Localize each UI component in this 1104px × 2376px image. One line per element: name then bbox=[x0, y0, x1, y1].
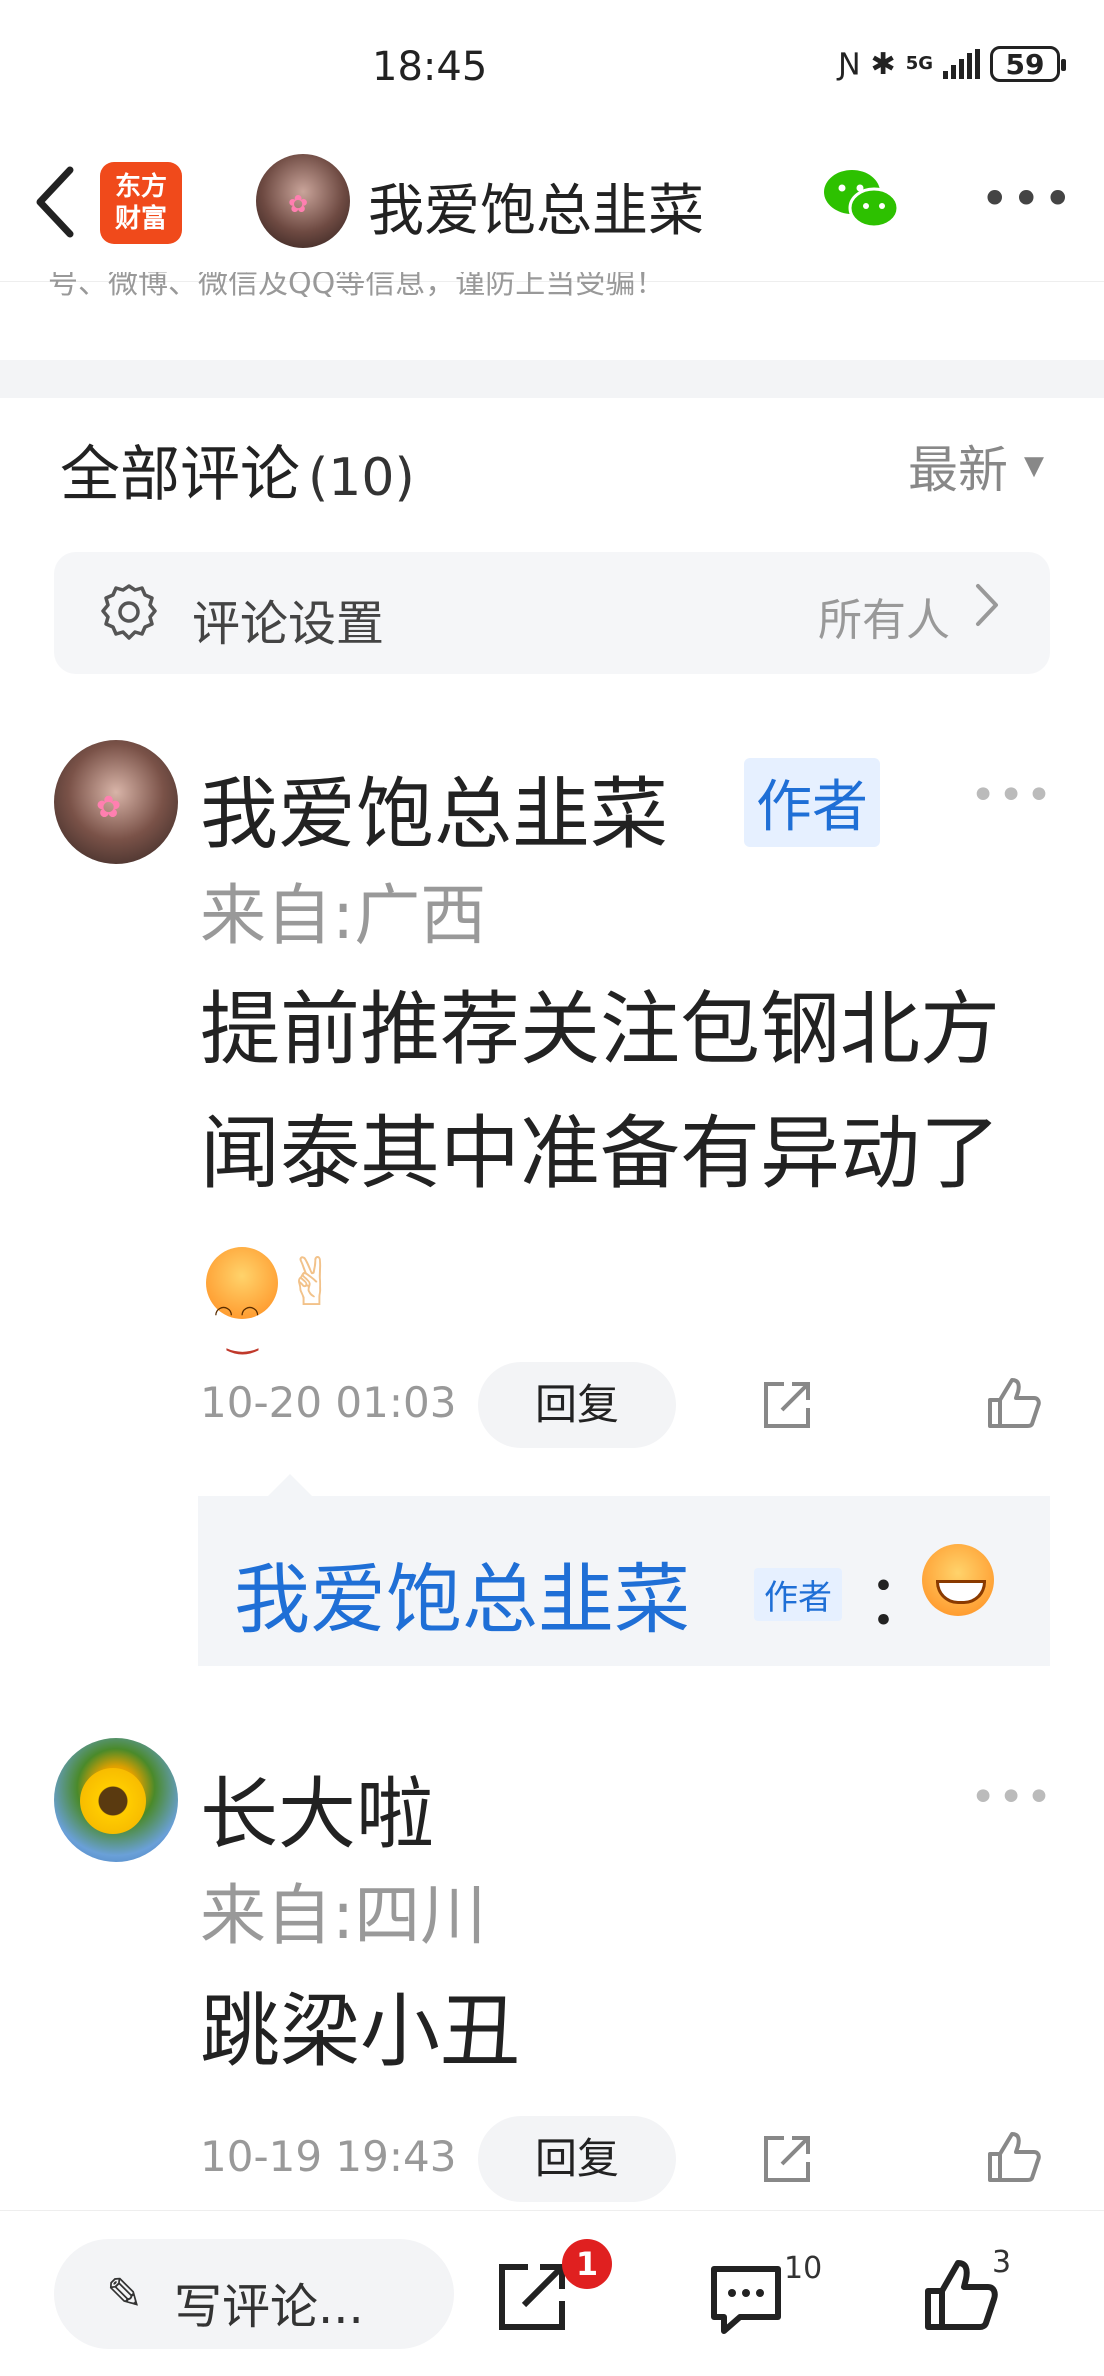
comment-text: 跳梁小丑 bbox=[200, 1985, 520, 2078]
flower-icon: ✿ bbox=[96, 790, 122, 825]
nfc-icon: Ɲ bbox=[838, 46, 861, 82]
comment-time: 10-19 19:43 bbox=[200, 2132, 457, 2181]
victory-hand-emoji-icon: ✌ bbox=[284, 1244, 340, 1322]
comment-username[interactable]: 我爱饱总韭菜 bbox=[200, 752, 668, 864]
comment-username[interactable]: 长大啦 bbox=[200, 1752, 434, 1864]
back-chevron-icon[interactable] bbox=[30, 162, 90, 252]
share-badge: 1 bbox=[562, 2239, 612, 2289]
signal-icon bbox=[943, 49, 980, 79]
gear-icon bbox=[101, 584, 157, 640]
page-title[interactable]: 我爱饱总韭菜 bbox=[368, 166, 704, 247]
like-count: 3 bbox=[992, 2245, 1012, 2280]
like-icon[interactable] bbox=[920, 2255, 1000, 2335]
chevron-right-icon bbox=[972, 580, 1002, 642]
section-divider bbox=[0, 360, 1104, 398]
comment-location: 来自:四川 bbox=[200, 1877, 487, 1954]
comment-text-body: 提前推荐关注包钢北方闻泰其中准备有异动了 bbox=[200, 983, 1000, 1200]
reply-author-badge: 作者 bbox=[754, 1568, 842, 1621]
write-comment-input[interactable]: ✎ 写评论... bbox=[54, 2239, 454, 2349]
settings-value: 所有人 bbox=[818, 595, 950, 646]
comment-more-icon[interactable]: ••• bbox=[970, 1772, 1054, 1823]
comment-icon[interactable] bbox=[706, 2259, 786, 2339]
logo-line2: 财富 bbox=[114, 204, 167, 234]
comment-text: 提前推荐关注包钢北方闻泰其中准备有异动了 ✌ bbox=[200, 968, 1020, 1397]
battery-level: 59 bbox=[1005, 47, 1045, 81]
sunflower-icon bbox=[80, 1768, 146, 1834]
comment-more-icon[interactable]: ••• bbox=[970, 770, 1054, 821]
reply-preview[interactable]: 我爱饱总韭菜 作者 ： bbox=[198, 1474, 1050, 1666]
share-icon[interactable] bbox=[492, 2257, 572, 2337]
comment-avatar[interactable]: ✿ bbox=[54, 740, 178, 864]
logo-line1: 东方 bbox=[114, 172, 167, 202]
like-icon[interactable] bbox=[984, 2128, 1042, 2186]
status-time: 18:45 bbox=[372, 44, 488, 90]
top-nav-bar: 东方 财富 ✿ 我爱饱总韭菜 ••• bbox=[0, 140, 1104, 282]
status-icons: Ɲ ✱ 5G 59 bbox=[838, 46, 1066, 82]
comment-location: 来自:广西 bbox=[200, 877, 487, 954]
share-icon[interactable] bbox=[758, 1376, 816, 1434]
comments-count: (10) bbox=[308, 448, 415, 508]
flower-icon: ✿ bbox=[288, 190, 309, 218]
pen-icon: ✎ bbox=[106, 2269, 143, 2320]
settings-label: 评论设置 bbox=[192, 596, 385, 652]
like-icon[interactable] bbox=[984, 1374, 1042, 1432]
author-badge: 作者 bbox=[744, 758, 880, 847]
caret-down-icon: ▼ bbox=[1024, 451, 1044, 481]
write-comment-label: 写评论... bbox=[174, 2279, 364, 2335]
comments-title: 全部评论 (10) bbox=[60, 426, 415, 513]
reply-button[interactable]: 回复 bbox=[478, 2116, 676, 2202]
sort-dropdown[interactable]: 最新 ▼ bbox=[908, 430, 1044, 502]
reply-button[interactable]: 回复 bbox=[478, 1362, 676, 1448]
comment-avatar[interactable] bbox=[54, 1738, 178, 1862]
status-bar: 18:45 Ɲ ✱ 5G 59 bbox=[0, 0, 1104, 140]
battery-icon: 59 bbox=[990, 46, 1066, 82]
author-avatar[interactable]: ✿ bbox=[256, 154, 350, 248]
grin-emoji-icon bbox=[922, 1544, 994, 1616]
network-type: 5G bbox=[905, 53, 933, 74]
smile-emoji-icon bbox=[206, 1247, 278, 1397]
comment-time: 10-20 01:03 bbox=[200, 1378, 457, 1427]
comment-count: 10 bbox=[784, 2251, 823, 2286]
share-icon[interactable] bbox=[758, 2130, 816, 2188]
comments-title-label: 全部评论 bbox=[60, 440, 300, 510]
bluetooth-icon: ✱ bbox=[870, 46, 896, 82]
comment-settings-row[interactable]: 评论设置 所有人 bbox=[54, 552, 1050, 674]
more-icon[interactable]: ••• bbox=[980, 170, 1074, 228]
wechat-icon[interactable] bbox=[822, 166, 902, 232]
warning-text: 号、微博、微信及QQ等信息，谨防上当受骗！ bbox=[48, 272, 666, 301]
sort-label: 最新 bbox=[908, 441, 1008, 499]
app-logo[interactable]: 东方 财富 bbox=[100, 162, 182, 244]
bottom-action-bar: ✎ 写评论... 1 10 3 bbox=[0, 2210, 1104, 2376]
reply-username[interactable]: 我爱饱总韭菜 bbox=[234, 1538, 690, 1648]
